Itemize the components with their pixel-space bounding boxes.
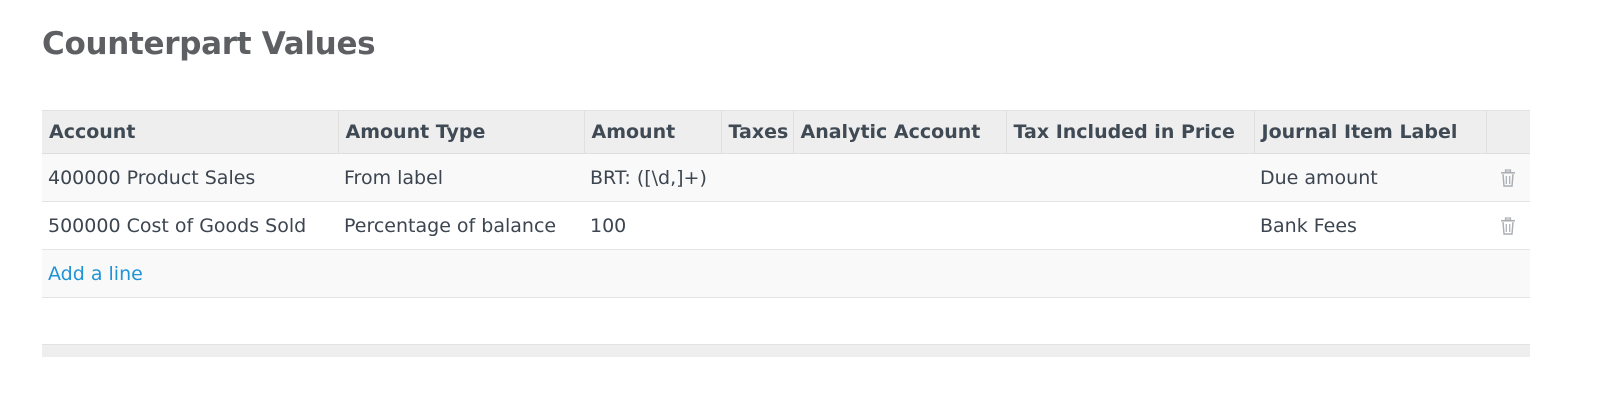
column-header-actions — [1486, 110, 1530, 154]
trash-icon[interactable] — [1500, 217, 1516, 235]
empty-cell — [42, 297, 1530, 344]
table-footer — [42, 344, 1530, 357]
counterpart-values-table: Account Amount Type Amount Taxes Analyti… — [42, 110, 1530, 357]
column-header-account[interactable]: Account — [42, 110, 339, 154]
cell-delete — [1486, 201, 1530, 250]
cell-journal-item-label[interactable]: Due amount — [1254, 153, 1486, 202]
cell-amount[interactable]: 100 — [584, 201, 721, 250]
cell-taxes[interactable] — [721, 201, 793, 250]
cell-account[interactable]: 500000 Cost of Goods Sold — [42, 201, 338, 250]
cell-analytic-account[interactable] — [793, 153, 1006, 202]
add-line-row: Add a line — [42, 249, 1530, 298]
add-line-link[interactable]: Add a line — [48, 263, 143, 285]
column-header-amount-type[interactable]: Amount Type — [338, 110, 585, 154]
table-header-row: Account Amount Type Amount Taxes Analyti… — [42, 110, 1530, 154]
cell-tax-included[interactable] — [1006, 201, 1254, 250]
cell-analytic-account[interactable] — [793, 201, 1006, 250]
table-row[interactable]: 500000 Cost of Goods Sold Percentage of … — [42, 201, 1530, 250]
column-header-taxes[interactable]: Taxes — [721, 110, 794, 154]
column-header-journal-item-label[interactable]: Journal Item Label — [1254, 110, 1487, 154]
cell-tax-included[interactable] — [1006, 153, 1254, 202]
add-line-cell: Add a line — [42, 249, 1530, 298]
table-row[interactable]: 400000 Product Sales From label BRT: ([\… — [42, 153, 1530, 202]
trash-icon[interactable] — [1500, 169, 1516, 187]
page-title: Counterpart Values — [42, 26, 376, 62]
cell-amount-type[interactable]: From label — [338, 153, 584, 202]
cell-amount-type[interactable]: Percentage of balance — [338, 201, 584, 250]
cell-taxes[interactable] — [721, 153, 793, 202]
column-header-analytic-account[interactable]: Analytic Account — [793, 110, 1007, 154]
cell-journal-item-label[interactable]: Bank Fees — [1254, 201, 1486, 250]
column-header-amount[interactable]: Amount — [584, 110, 722, 154]
empty-row — [42, 297, 1530, 344]
column-header-tax-included[interactable]: Tax Included in Price — [1006, 110, 1255, 154]
cell-delete — [1486, 153, 1530, 202]
cell-account[interactable]: 400000 Product Sales — [42, 153, 338, 202]
cell-amount[interactable]: BRT: ([\d,]+) — [584, 153, 721, 202]
